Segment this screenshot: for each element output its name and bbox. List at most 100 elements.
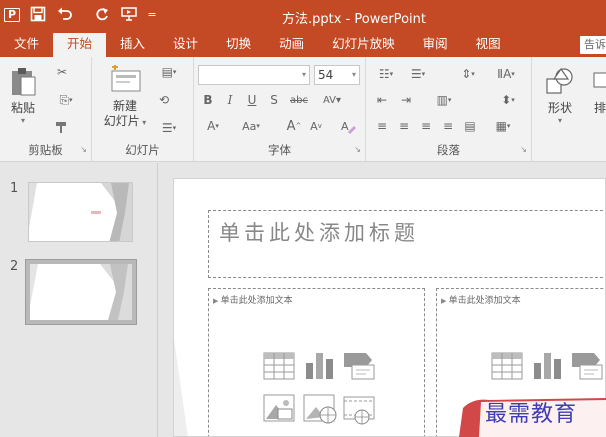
clipboard-group: 粘贴 ▾ ✂ ⎘ ▾ 剪贴板 ↘: [0, 57, 92, 161]
text-direction-icon[interactable]: ⅡA ▾: [490, 65, 522, 83]
copy-icon[interactable]: ⎘ ▾: [52, 91, 80, 109]
font-color-icon[interactable]: A ▾: [198, 117, 228, 135]
reset-icon[interactable]: ⟲: [154, 91, 174, 109]
align-left-icon[interactable]: ≡: [372, 117, 392, 135]
slide-1-preview: [29, 183, 132, 241]
insert-table-icon[interactable]: [491, 352, 523, 380]
tab-transitions[interactable]: 切换: [212, 33, 265, 57]
font-group-label: 字体 ↘: [268, 143, 361, 157]
tab-animations[interactable]: 动画: [265, 33, 318, 57]
dialog-launcher-icon[interactable]: ↘: [80, 145, 87, 154]
clear-formatting-icon[interactable]: A: [338, 117, 358, 135]
undo-icon[interactable]: [56, 6, 74, 24]
font-name-field[interactable]: ▾: [198, 65, 310, 85]
insert-content-icons-left: [262, 351, 382, 434]
content-placeholder-left[interactable]: ▶ 单击此处添加文本: [208, 288, 425, 436]
format-painter-icon[interactable]: [52, 119, 72, 137]
font-name-dropdown-icon[interactable]: ▾: [302, 66, 306, 84]
slide-number-1: 1: [10, 181, 19, 196]
character-spacing-icon[interactable]: AV▾: [318, 91, 346, 109]
new-slide-icon: [111, 64, 141, 92]
decrease-indent-icon[interactable]: ⇤: [372, 91, 392, 109]
change-case-icon[interactable]: Aa ▾: [234, 117, 268, 135]
increase-indent-icon[interactable]: ⇥: [396, 91, 416, 109]
svg-text:A: A: [341, 120, 349, 133]
numbering-icon[interactable]: ☰ ▾: [404, 65, 432, 83]
smartart-icon[interactable]: ▦ ▾: [488, 117, 518, 135]
tab-review[interactable]: 审阅: [409, 33, 462, 57]
slide-thumbnails-pane: 1 2: [0, 163, 158, 437]
bold-icon[interactable]: B: [198, 91, 218, 109]
new-slide-button[interactable]: 新建 幻灯片 ▾: [96, 64, 154, 130]
document-title: 方法.pptx - PowerPoint: [282, 12, 426, 27]
bullets-icon[interactable]: ☷ ▾: [372, 65, 400, 83]
shapes-button[interactable]: 形状 ▾: [538, 65, 582, 126]
tab-slideshow[interactable]: 幻灯片放映: [318, 33, 409, 57]
tab-file[interactable]: 文件: [0, 33, 53, 57]
insert-picture-icon[interactable]: [263, 394, 295, 422]
paste-button[interactable]: 粘贴 ▾: [6, 65, 40, 126]
slides-group: 新建 幻灯片 ▾ ▤ ▾ ⟲ ☰ ▾ 幻灯片: [92, 57, 194, 161]
content-placeholder-right-text: ▶ 单击此处添加文本: [441, 296, 521, 306]
columns-icon[interactable]: ▥ ▾: [430, 91, 458, 109]
slide-number-2: 2: [10, 259, 19, 274]
insert-smartart-icon[interactable]: [344, 353, 375, 380]
insert-chart-icon[interactable]: [534, 353, 561, 379]
italic-icon[interactable]: I: [220, 91, 240, 109]
powerpoint-window: P = 方法.pptx - PowerPoint 文件 开始 插入 设计 切换 …: [0, 0, 606, 437]
arrange-label: 排: [593, 101, 606, 115]
tab-insert[interactable]: 插入: [106, 33, 159, 57]
dialog-launcher-icon[interactable]: ↘: [354, 145, 361, 154]
redo-icon[interactable]: [93, 6, 111, 24]
title-placeholder-text: 单击此处添加标题: [219, 221, 419, 245]
decrease-font-icon[interactable]: Av: [306, 117, 326, 135]
insert-video-icon[interactable]: [343, 396, 375, 425]
tab-home[interactable]: 开始: [53, 33, 107, 57]
title-placeholder[interactable]: 单击此处添加标题: [208, 210, 605, 278]
insert-smartart-icon[interactable]: [572, 353, 603, 380]
insert-online-picture-icon[interactable]: [303, 394, 337, 424]
layout-icon[interactable]: ▤ ▾: [154, 63, 184, 81]
align-center-icon[interactable]: ≡: [394, 117, 414, 135]
insert-table-icon[interactable]: [263, 352, 295, 380]
slide-thumbnail-2[interactable]: [25, 259, 137, 325]
shapes-dropdown-icon: ▾: [557, 116, 562, 125]
clipboard-group-label: 剪贴板 ↘: [28, 143, 87, 157]
tab-design[interactable]: 设计: [159, 33, 212, 57]
dialog-launcher-icon[interactable]: ↘: [520, 145, 527, 154]
font-size-value: 54: [318, 68, 334, 82]
strikethrough-icon[interactable]: abc: [286, 91, 312, 109]
present-from-start-icon[interactable]: [120, 6, 138, 24]
paste-dropdown-icon: ▾: [20, 116, 25, 125]
watermark-text: 最需教育: [485, 402, 578, 427]
line-spacing-icon[interactable]: ⇕ ▾: [454, 65, 482, 83]
font-size-dropdown-icon[interactable]: ▾: [352, 66, 356, 84]
distributed-icon[interactable]: ▤: [460, 117, 480, 135]
content-placeholder-left-text: ▶ 单击此处添加文本: [213, 296, 293, 306]
align-text-icon[interactable]: ⬍ ▾: [494, 91, 522, 109]
align-right-icon[interactable]: ≡: [416, 117, 436, 135]
new-slide-label-2: 幻灯片: [103, 114, 140, 128]
new-slide-label-1: 新建: [112, 99, 137, 113]
increase-font-icon[interactable]: A ^: [284, 117, 304, 135]
underline-icon[interactable]: U: [242, 91, 262, 109]
font-size-field[interactable]: 54 ▾: [314, 65, 360, 85]
paste-label: 粘贴: [10, 101, 35, 115]
insert-chart-icon[interactable]: [306, 353, 333, 379]
quick-access-toolbar: P =: [4, 6, 157, 24]
text-shadow-icon[interactable]: S: [264, 91, 284, 109]
slide-thumbnail-1[interactable]: [28, 182, 133, 242]
slide-2-preview: [30, 264, 132, 320]
customize-qat-icon[interactable]: =: [147, 6, 157, 24]
section-icon[interactable]: ☰ ▾: [154, 119, 184, 137]
app-icon[interactable]: P: [4, 8, 20, 22]
justify-icon[interactable]: ≡: [438, 117, 458, 135]
paste-icon: [12, 68, 36, 96]
arrange-button[interactable]: 排: [590, 65, 606, 116]
arrange-icon: [593, 72, 606, 88]
new-slide-dropdown-icon: ▾: [139, 118, 147, 127]
tab-view[interactable]: 视图: [462, 33, 515, 57]
tell-me-box[interactable]: 告诉: [580, 36, 606, 54]
cut-icon[interactable]: ✂: [52, 63, 72, 81]
save-icon[interactable]: [29, 6, 47, 24]
